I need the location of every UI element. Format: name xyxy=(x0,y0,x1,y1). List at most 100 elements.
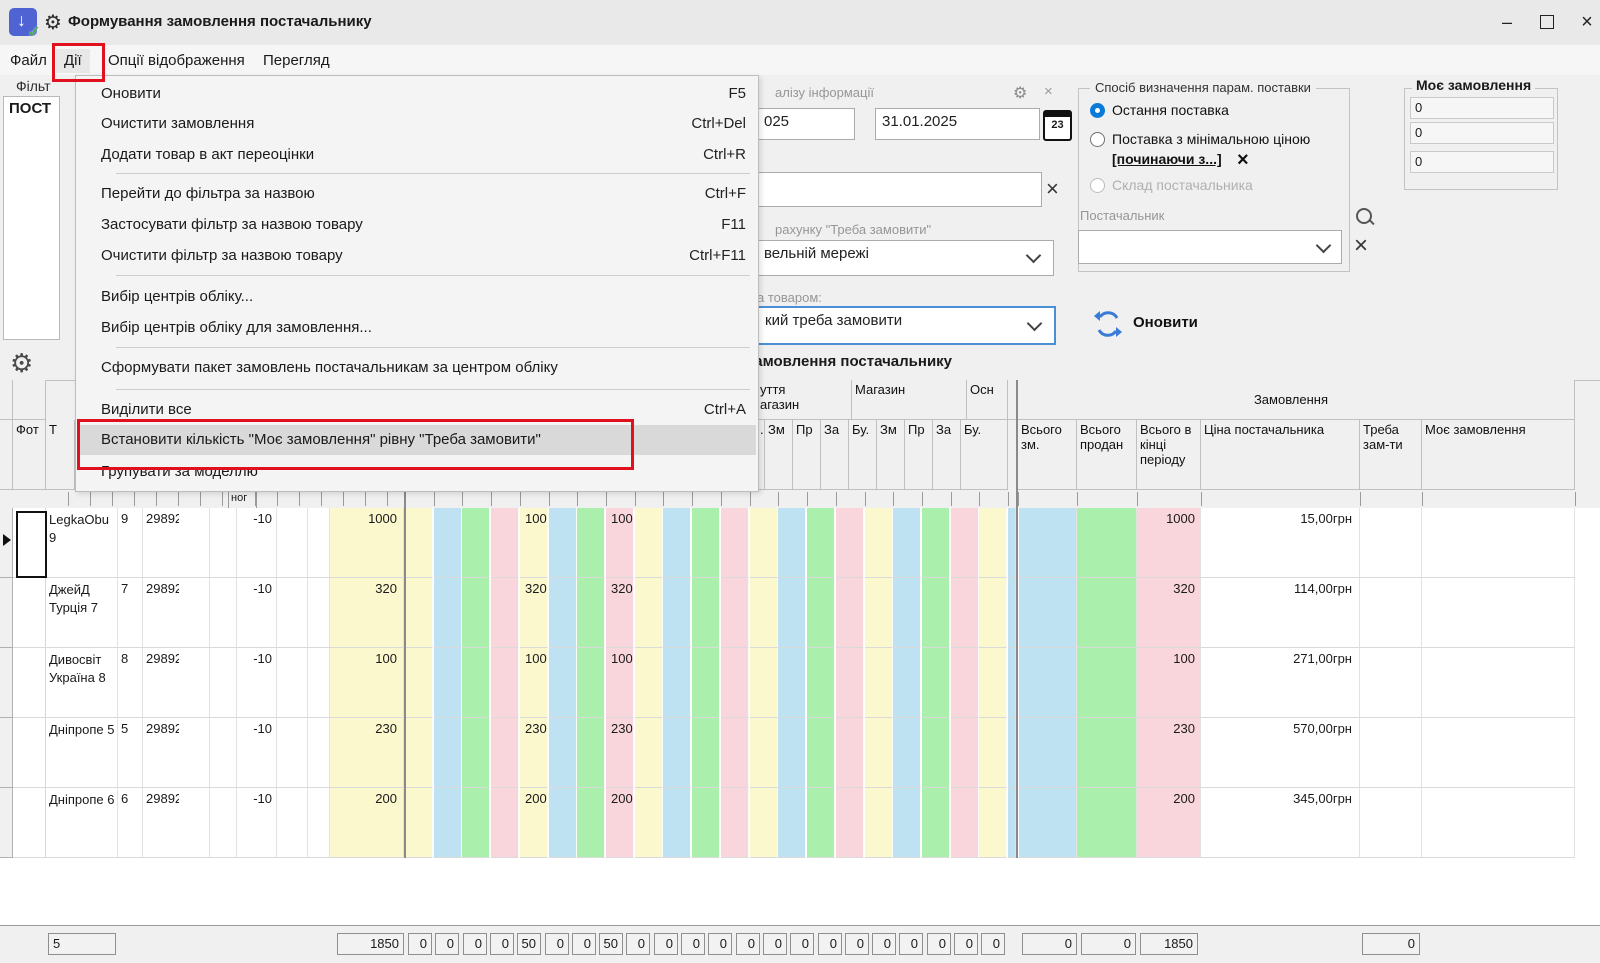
summary-size-total: 0 xyxy=(954,933,978,955)
menu-item[interactable]: Очистити замовленняCtrl+Del xyxy=(77,109,756,139)
column-header-total[interactable]: Моє замовлення xyxy=(1422,420,1575,490)
refresh-icon xyxy=(1092,308,1124,340)
supplier-list[interactable]: ПОСТ xyxy=(3,96,60,340)
column-group-header[interactable]: Осн xyxy=(967,380,1008,420)
settings-gear-icon[interactable]: ⚙ xyxy=(10,348,33,379)
cell xyxy=(549,648,577,718)
refresh-button[interactable]: Оновити xyxy=(1092,306,1232,342)
table-row[interactable]: ДжейД Турція 7729892-10320320320320114,0… xyxy=(0,578,1600,648)
header-corner xyxy=(0,380,13,420)
column-tick xyxy=(1018,492,1019,506)
cell xyxy=(750,578,778,648)
cell-code: 29892 xyxy=(146,721,179,736)
cell xyxy=(13,578,46,648)
cell xyxy=(865,718,893,788)
stripe-tick xyxy=(750,492,751,506)
menu-display-options[interactable]: Опції відображення xyxy=(100,49,253,73)
stripe-tick xyxy=(922,492,923,506)
column-header-product[interactable]: Т xyxy=(46,420,75,490)
cell xyxy=(635,718,663,788)
column-header-photo[interactable]: Фот xyxy=(13,420,46,490)
column-header-size[interactable]: Зм xyxy=(765,420,793,490)
menu-item[interactable]: Сформувати пакет замовлень постачальника… xyxy=(77,353,756,383)
column-header-total[interactable]: Ціна постачальника xyxy=(1201,420,1360,490)
column-header-size[interactable]: Пр xyxy=(793,420,821,490)
column-header-total[interactable]: Всього продан xyxy=(1077,420,1137,490)
menu-item[interactable]: Вибір центрів обліку... xyxy=(77,282,756,312)
row-marker[interactable] xyxy=(0,578,13,648)
menu-item[interactable]: Застосувати фільтр за назвою товаруF11 xyxy=(77,210,756,240)
stripe-tick xyxy=(1008,492,1009,506)
menu-item-label: Оновити xyxy=(101,85,161,102)
cell-code: 29892 xyxy=(146,511,179,526)
starting-from-link[interactable]: [починаючи з...] xyxy=(1112,151,1222,167)
date-from-field[interactable]: 025 xyxy=(757,108,855,140)
size-tick xyxy=(321,492,322,506)
stripe-tick xyxy=(549,492,550,506)
cell: 200 xyxy=(606,788,634,858)
column-header-size[interactable]: Бу. xyxy=(849,420,877,490)
column-group-header[interactable]: Магазин xyxy=(852,380,967,420)
minimize-button[interactable]: – xyxy=(1492,8,1522,36)
menu-file[interactable]: Файл xyxy=(2,49,55,73)
row-marker[interactable] xyxy=(0,788,13,858)
column-header-size[interactable]: За xyxy=(933,420,961,490)
menu-bar: Файл Дії Опції відображення Перегляд xyxy=(0,45,1600,75)
row-marker[interactable] xyxy=(0,648,13,718)
stripe-tick xyxy=(606,492,607,506)
row-marker[interactable] xyxy=(0,718,13,788)
column-header-total[interactable]: Всього зм. xyxy=(1018,420,1077,490)
goods-filter-label: а товаром: xyxy=(757,290,822,305)
column-header-size[interactable]: Зм xyxy=(877,420,905,490)
cell-code: 29892 xyxy=(146,581,179,596)
column-group-header[interactable]: Замовлення xyxy=(1008,380,1575,420)
close-button[interactable]: × xyxy=(1572,8,1600,36)
menu-item[interactable]: Додати товар в акт переоцінкиCtrl+R xyxy=(77,140,756,170)
radio-min-price[interactable] xyxy=(1090,132,1105,147)
table-row[interactable]: LegkaObu 9929892-10100010001000100015,00… xyxy=(0,508,1600,578)
calc-method-combo[interactable]: вельній мережі xyxy=(757,240,1054,276)
my-order-value-1[interactable]: 0 xyxy=(1410,97,1554,119)
search-clear-icon[interactable]: × xyxy=(1046,176,1059,202)
supplier-list-item[interactable]: ПОСТ xyxy=(4,97,59,117)
supplier-clear-icon[interactable]: × xyxy=(1354,232,1368,260)
date-to-field[interactable]: 31.01.2025 xyxy=(875,108,1040,140)
cell xyxy=(491,508,519,578)
column-group-header[interactable]: уттяагазин xyxy=(757,380,852,420)
maximize-button[interactable] xyxy=(1532,8,1562,36)
supplier-combo[interactable] xyxy=(1078,230,1342,264)
search-field[interactable] xyxy=(757,172,1042,207)
my-order-value-3[interactable]: 0 xyxy=(1410,151,1554,173)
column-header-size[interactable]: Пр xyxy=(905,420,933,490)
cell xyxy=(1360,718,1422,788)
cell xyxy=(1077,578,1137,648)
cell: Дніпропе 5 xyxy=(46,718,118,788)
menu-view[interactable]: Перегляд xyxy=(255,49,338,73)
menu-item[interactable]: Очистити фільтр за назвою товаруCtrl+F11 xyxy=(77,241,756,271)
menu-item-shortcut: Ctrl+A xyxy=(704,401,746,418)
menu-item[interactable]: Перейти до фільтра за назвоюCtrl+F xyxy=(77,179,756,209)
goods-filter-combo[interactable]: кий треба замовити xyxy=(757,306,1056,345)
period-close-icon[interactable]: × xyxy=(1044,83,1053,100)
column-header-total[interactable]: Треба зам-ти xyxy=(1360,420,1422,490)
table-row[interactable]: Дивосвіт Україна 8829892-101001001001002… xyxy=(0,648,1600,718)
column-header-size[interactable]: Бу. xyxy=(961,420,1008,490)
search-icon[interactable] xyxy=(1356,208,1372,224)
column-header-size[interactable]: За xyxy=(821,420,849,490)
radio-last-supply[interactable] xyxy=(1090,103,1105,118)
cell: 230 xyxy=(330,718,404,788)
period-gear-icon[interactable]: ⚙ xyxy=(1013,83,1027,103)
cell xyxy=(462,718,490,788)
starting-from-clear-icon[interactable]: × xyxy=(1237,149,1249,172)
column-header-total[interactable]: Всього в кінці періоду xyxy=(1137,420,1201,490)
menu-item[interactable]: ОновитиF5 xyxy=(77,79,756,109)
table-row[interactable]: Дніпропе 5529892-10230230230230570,00грн xyxy=(0,718,1600,788)
my-order-value-2[interactable]: 0 xyxy=(1410,122,1554,144)
cell xyxy=(277,788,308,858)
cell: 6 xyxy=(118,788,143,858)
cell xyxy=(308,508,330,578)
menu-item[interactable]: Вибір центрів обліку для замовлення... xyxy=(77,313,756,343)
calendar-icon[interactable]: 23 xyxy=(1043,110,1072,141)
table-row[interactable]: Дніпропе 6629892-10200200200200345,00грн xyxy=(0,788,1600,858)
cell: 345,00грн xyxy=(1201,788,1360,858)
